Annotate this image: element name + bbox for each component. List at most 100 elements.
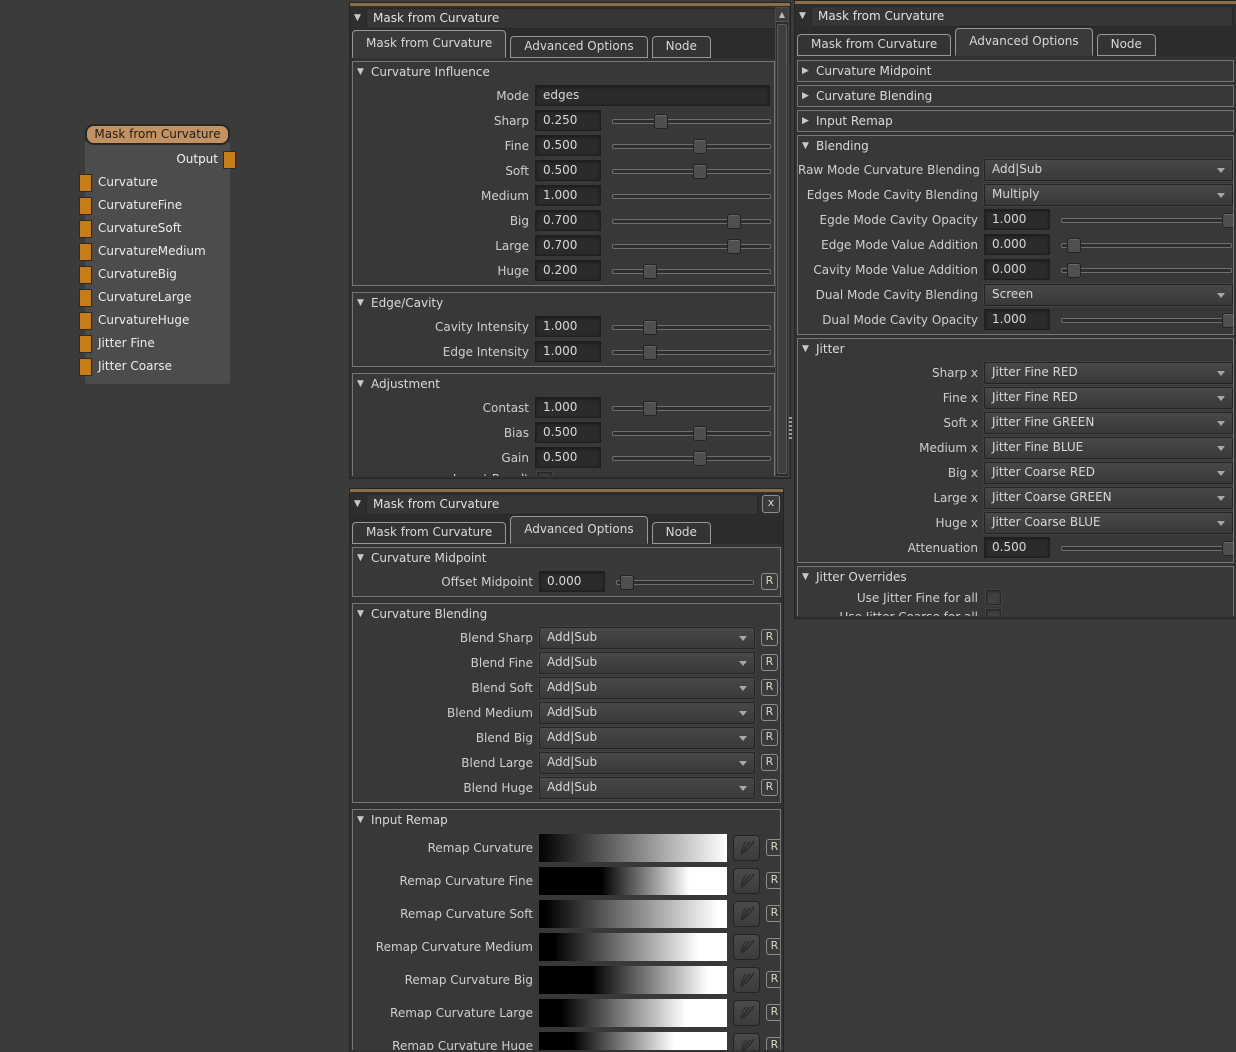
dropdown-blend-sharp[interactable]: Add|Sub (539, 627, 755, 649)
checkbox-invert-result[interactable] (537, 472, 552, 477)
node-port-curvaturehuge[interactable]: CurvatureHuge (85, 309, 230, 332)
dropdown-medium-x[interactable]: Jitter Fine BLUE (984, 437, 1233, 459)
dropdown-blend-medium[interactable]: Add|Sub (539, 702, 755, 724)
input-bias[interactable]: 0.500 (535, 422, 601, 443)
section-header-jitter[interactable]: ▼Jitter (798, 339, 1233, 359)
input-mode[interactable]: edges (535, 85, 770, 106)
slider-thumb[interactable] (693, 139, 707, 154)
expand-triangle-icon[interactable]: ▶ (802, 116, 816, 126)
input-port-icon[interactable] (79, 197, 92, 215)
slider-thumb[interactable] (1222, 213, 1233, 228)
gradient-preview-remap-curvature-fine[interactable] (539, 867, 727, 895)
collapse-triangle-icon[interactable]: ▼ (802, 572, 816, 582)
splitter-grip[interactable] (789, 417, 792, 441)
tab-mask-from-curvature[interactable]: Mask from Curvature (352, 522, 506, 544)
node-port-curvaturebig[interactable]: CurvatureBig (85, 263, 230, 286)
gradient-preview-remap-curvature[interactable] (539, 834, 727, 862)
section-header-curvature-midpoint[interactable]: ▶Curvature Midpoint (798, 61, 1233, 81)
dropdown-edges-mode-cavity-blending[interactable]: Multiply (984, 184, 1233, 206)
expand-triangle-icon[interactable]: ▶ (802, 66, 816, 76)
input-medium[interactable]: 1.000 (535, 185, 601, 206)
output-port-icon[interactable] (223, 151, 236, 169)
slider-thumb[interactable] (643, 401, 657, 416)
reset-button[interactable]: R (766, 938, 780, 955)
reset-button[interactable]: R (761, 573, 778, 590)
slider-thumb[interactable] (693, 451, 707, 466)
curve-editor-button[interactable] (733, 1000, 760, 1026)
slider-thumb[interactable] (727, 239, 741, 254)
slider-gain[interactable] (611, 448, 772, 468)
collapse-triangle-icon[interactable]: ▼ (799, 11, 811, 21)
tab-advanced-options[interactable]: Advanced Options (510, 516, 647, 544)
tab-advanced-options[interactable]: Advanced Options (955, 28, 1092, 56)
input-port-icon[interactable] (79, 174, 92, 192)
tab-advanced-options[interactable]: Advanced Options (510, 36, 647, 58)
checkbox-use-jitter-fine-for-all[interactable] (986, 590, 1001, 605)
slider-big[interactable] (611, 211, 772, 231)
reset-button[interactable]: R (761, 629, 778, 646)
input-large[interactable]: 0.700 (535, 235, 601, 256)
reset-button[interactable]: R (766, 1037, 780, 1050)
slider-thumb[interactable] (643, 345, 657, 360)
collapse-triangle-icon[interactable]: ▼ (354, 13, 366, 23)
slider-thumb[interactable] (1067, 238, 1081, 253)
reset-button[interactable]: R (761, 679, 778, 696)
reset-button[interactable]: R (761, 754, 778, 771)
section-header-blending[interactable]: ▼Blending (798, 136, 1233, 156)
scroll-up-button[interactable]: ▲ (776, 8, 788, 22)
slider-thumb[interactable] (643, 320, 657, 335)
node-mask-from-curvature[interactable]: Mask from Curvature Output CurvatureCurv… (85, 124, 230, 384)
dropdown-blend-soft[interactable]: Add|Sub (539, 677, 755, 699)
input-port-icon[interactable] (79, 220, 92, 238)
input-big[interactable]: 0.700 (535, 210, 601, 231)
reset-button[interactable]: R (766, 1004, 780, 1021)
tab-node[interactable]: Node (652, 36, 711, 58)
checkbox-use-jitter-coarse-for-all[interactable] (986, 609, 1001, 616)
input-port-icon[interactable] (79, 243, 92, 261)
slider-medium[interactable] (611, 186, 772, 206)
gradient-preview-remap-curvature-big[interactable] (539, 966, 727, 994)
collapse-triangle-icon[interactable]: ▼ (357, 553, 371, 563)
slider-edge-mode-value-addition[interactable] (1060, 235, 1233, 255)
reset-button[interactable]: R (766, 839, 780, 856)
section-header-curvature-blending[interactable]: ▶Curvature Blending (798, 86, 1233, 106)
collapse-triangle-icon[interactable]: ▼ (357, 379, 371, 389)
node-title[interactable]: Mask from Curvature (85, 124, 230, 145)
dropdown-soft-x[interactable]: Jitter Fine GREEN (984, 412, 1233, 434)
slider-soft[interactable] (611, 161, 772, 181)
input-port-icon[interactable] (79, 266, 92, 284)
curve-editor-button[interactable] (733, 835, 760, 861)
section-header-curvature-influence[interactable]: ▼Curvature Influence (353, 62, 774, 82)
slider-attenuation[interactable] (1060, 538, 1233, 558)
curve-editor-button[interactable] (733, 934, 760, 960)
section-header-input-remap[interactable]: ▶Input Remap (798, 111, 1233, 131)
slider-thumb[interactable] (654, 114, 668, 129)
input-gain[interactable]: 0.500 (535, 447, 601, 468)
dropdown-raw-mode-curvature-blending[interactable]: Add|Sub (984, 159, 1233, 181)
input-edge-intensity[interactable]: 1.000 (535, 341, 601, 362)
slider-sharp[interactable] (611, 111, 772, 131)
collapse-triangle-icon[interactable]: ▼ (354, 499, 366, 509)
slider-thumb[interactable] (1067, 263, 1081, 278)
input-attenuation[interactable]: 0.500 (984, 537, 1050, 558)
dropdown-sharp-x[interactable]: Jitter Fine RED (984, 362, 1233, 384)
input-soft[interactable]: 0.500 (535, 160, 601, 181)
reset-button[interactable]: R (766, 905, 780, 922)
slider-dual-mode-cavity-opacity[interactable] (1060, 310, 1233, 330)
slider-egde-mode-cavity-opacity[interactable] (1060, 210, 1233, 230)
slider-bias[interactable] (611, 423, 772, 443)
slider-large[interactable] (611, 236, 772, 256)
reset-button[interactable]: R (766, 971, 780, 988)
slider-thumb[interactable] (693, 426, 707, 441)
section-header-adjustment[interactable]: ▼Adjustment (353, 374, 774, 394)
reset-button[interactable]: R (766, 872, 780, 889)
slider-cavity-mode-value-addition[interactable] (1060, 260, 1233, 280)
dropdown-fine-x[interactable]: Jitter Fine RED (984, 387, 1233, 409)
slider-thumb[interactable] (643, 264, 657, 279)
node-port-curvature[interactable]: Curvature (85, 171, 230, 194)
collapse-triangle-icon[interactable]: ▼ (357, 609, 371, 619)
slider-thumb[interactable] (1222, 313, 1233, 328)
curve-editor-button[interactable] (733, 967, 760, 993)
input-port-icon[interactable] (79, 358, 92, 376)
slider-huge[interactable] (611, 261, 772, 281)
